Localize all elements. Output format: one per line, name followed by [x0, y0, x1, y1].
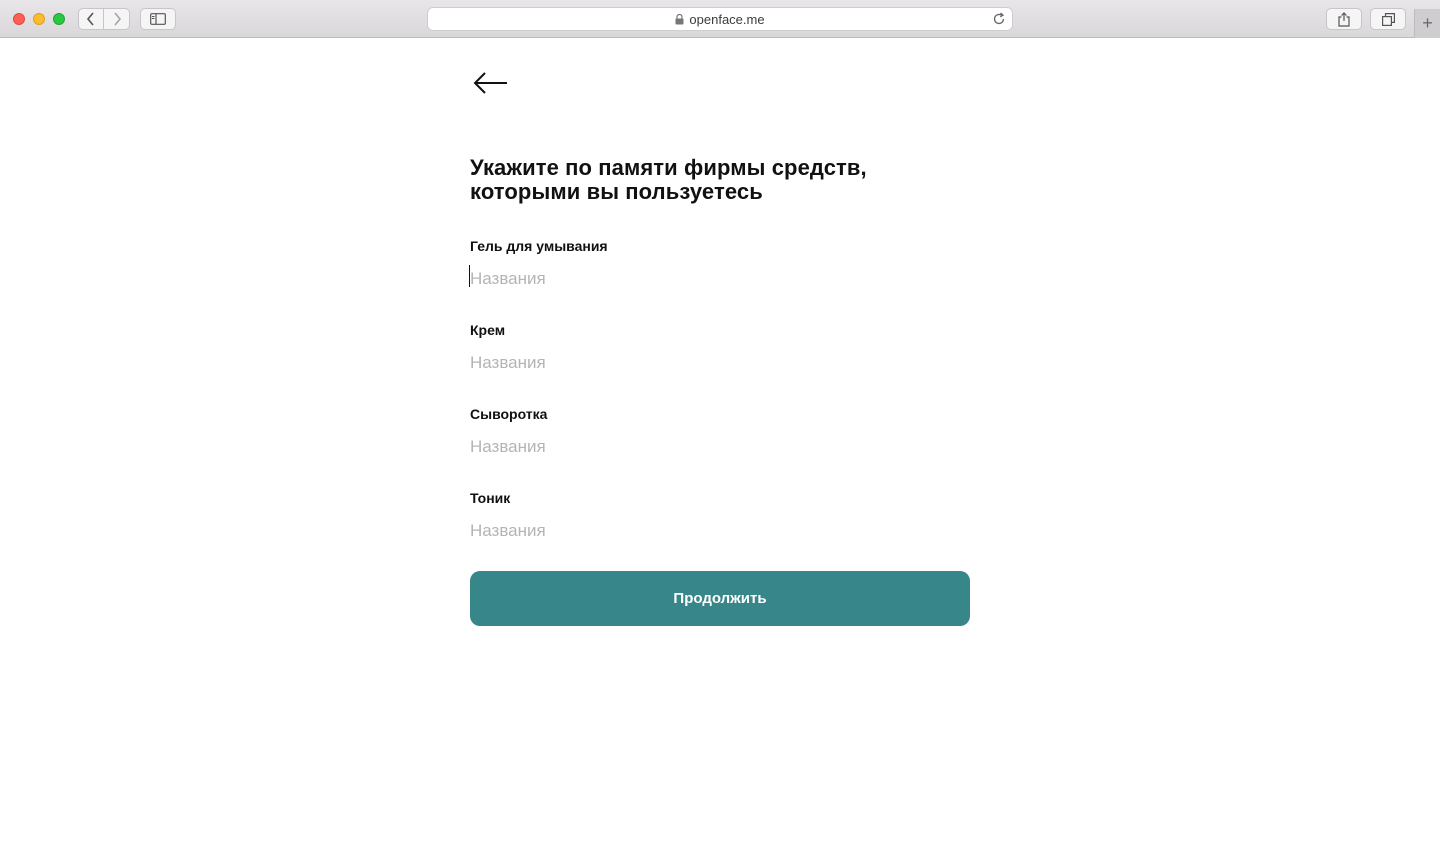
back-icon	[86, 12, 94, 26]
window-zoom-button[interactable]	[53, 13, 65, 25]
window-minimize-button[interactable]	[33, 13, 45, 25]
serum-input[interactable]	[470, 435, 970, 459]
continue-button[interactable]: Продолжить	[470, 571, 970, 626]
reload-icon[interactable]	[992, 12, 1006, 26]
field-serum: Сыворотка	[470, 405, 970, 459]
browser-toolbar: openface.me +	[0, 0, 1440, 38]
share-button[interactable]	[1326, 8, 1362, 30]
tabs-icon	[1381, 12, 1395, 26]
plus-icon: +	[1422, 13, 1433, 33]
forward-icon	[113, 12, 121, 26]
page-title-line-1: Укажите по памяти фирмы средств,	[470, 155, 867, 180]
text-caret	[469, 265, 470, 287]
cleansing-gel-input[interactable]	[470, 267, 970, 291]
tab-overview-button[interactable]	[1370, 8, 1406, 30]
sidebar-toggle-button[interactable]	[140, 8, 176, 30]
field-cream: Крем	[470, 321, 970, 375]
cream-input[interactable]	[470, 351, 970, 375]
field-label: Крем	[470, 322, 506, 338]
address-url: openface.me	[689, 11, 765, 27]
field-cleansing-gel: Гель для умывания	[469, 237, 970, 291]
back-button[interactable]	[472, 68, 508, 98]
sidebar-icon	[150, 13, 166, 25]
share-icon	[1338, 11, 1350, 27]
field-label: Гель для умывания	[470, 238, 608, 254]
field-label: Тоник	[470, 490, 511, 506]
browser-forward-button[interactable]	[104, 8, 130, 30]
toner-input[interactable]	[470, 519, 970, 543]
new-tab-button[interactable]: +	[1414, 9, 1440, 38]
lock-icon	[675, 13, 684, 25]
page-title-line-2: которыми вы пользуетесь	[470, 179, 763, 204]
browser-back-button[interactable]	[78, 8, 104, 30]
address-bar[interactable]: openface.me	[427, 7, 1013, 31]
page-title: Укажите по памяти фирмы средств, которым…	[470, 156, 970, 204]
arrow-left-icon	[473, 72, 507, 94]
field-label: Сыворотка	[470, 406, 548, 422]
window-close-button[interactable]	[13, 13, 25, 25]
field-toner: Тоник	[470, 489, 970, 543]
